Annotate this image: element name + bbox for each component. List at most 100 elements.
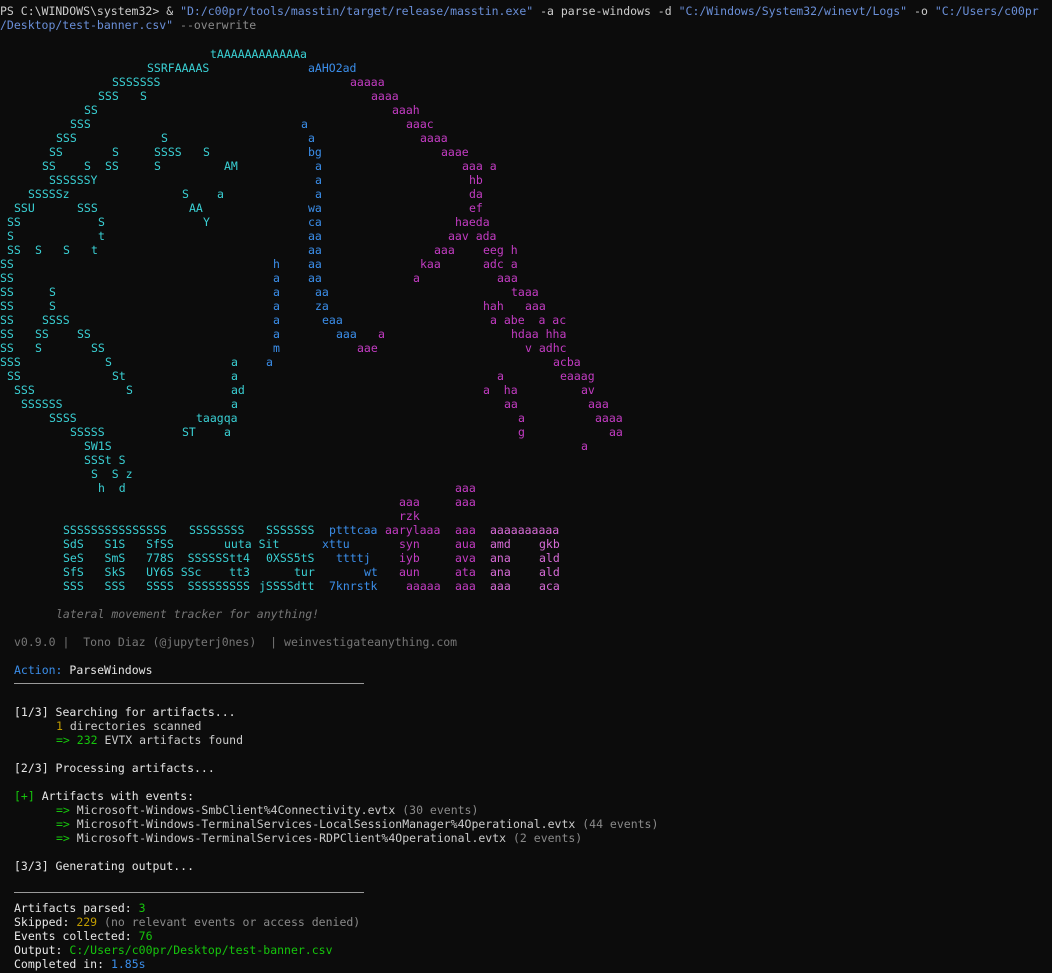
ascii-art-segment: aaa <box>434 243 455 257</box>
ascii-art-segment: v adhc <box>525 341 567 355</box>
ascii-art-segment: aaa <box>336 327 357 341</box>
ascii-art-segment: SSU <box>14 201 35 215</box>
ascii-art-segment: S <box>84 159 91 173</box>
ascii-art-segment: SS <box>49 145 63 159</box>
ascii-art-segment: aaa <box>455 579 476 593</box>
ascii-art-segment: SS <box>7 215 21 229</box>
ascii-art-segment: eaaag <box>560 369 595 383</box>
terminal-window[interactable]: PS C:\WINDOWS\system32> & "D:/c00pr/tool… <box>0 0 1052 973</box>
ascii-art-segment: SSRFAAAAS <box>147 61 210 75</box>
ascii-art-segment: ca <box>308 215 322 229</box>
ascii-art-segment: SSSS <box>154 145 182 159</box>
ascii-art-segment: S <box>98 215 105 229</box>
divider <box>14 683 364 684</box>
ascii-art-segment: aaa a <box>462 159 497 173</box>
ascii-art-segment: iyb <box>399 551 420 565</box>
action-line: Action: ParseWindows <box>14 663 153 677</box>
ascii-art-segment: AM <box>224 159 238 173</box>
ascii-art-segment: aa <box>504 397 518 411</box>
ascii-art-segment: m <box>273 341 280 355</box>
ascii-art-segment: ana <box>490 551 511 565</box>
ascii-art-segment: tAAAAAAAAAAAAa <box>210 47 307 61</box>
ascii-art-segment: aaa <box>525 299 546 313</box>
ascii-art-segment: h d <box>98 481 126 495</box>
ascii-art-segment: aa <box>609 425 623 439</box>
ascii-art-segment: a <box>518 411 525 425</box>
ascii-art-segment: a <box>224 425 231 439</box>
ascii-art-segment: ald <box>539 551 560 565</box>
tagline: lateral movement tracker for anything! <box>56 607 320 621</box>
ascii-art-segment: haeda <box>455 215 490 229</box>
ascii-art-segment: a <box>231 397 238 411</box>
ascii-art-segment: aaaa <box>371 89 399 103</box>
summary-skipped: Skipped: 229 (no relevant events or acce… <box>14 915 361 929</box>
ascii-art-segment: amd <box>490 537 511 551</box>
divider <box>14 892 364 893</box>
ascii-art-segment: aaaaa <box>350 75 385 89</box>
ascii-art-segment: xttu <box>322 537 350 551</box>
ascii-art-segment: a <box>273 299 280 313</box>
ascii-art-segment: SeS SmS 778S SSSSSStt4 <box>63 551 250 565</box>
ascii-art-segment: t <box>98 229 105 243</box>
ascii-art-segment: SS <box>0 327 14 341</box>
step3-title: [3/3] Generating output... <box>14 859 195 873</box>
ascii-art-segment: ttttj <box>336 551 371 565</box>
ascii-art-segment: S S z <box>91 467 133 481</box>
summary-events: Events collected: 76 <box>14 929 153 943</box>
ascii-art-segment: S <box>154 159 161 173</box>
ascii-art-segment: SW1S <box>84 439 112 453</box>
ascii-art-segment: SSSS <box>49 411 77 425</box>
ascii-art-segment: acba <box>553 355 581 369</box>
ascii-art-segment: SSSSSS <box>21 397 63 411</box>
ascii-art-segment: a <box>266 355 273 369</box>
ascii-art-segment: syn <box>399 537 420 551</box>
ascii-art-segment: SSSt S <box>84 453 126 467</box>
ascii-art-segment: S <box>49 285 56 299</box>
ascii-art-segment: hah <box>483 299 504 313</box>
ascii-art-segment: a <box>273 327 280 341</box>
ascii-art-segment: S <box>49 299 56 313</box>
artifacts-header: [+] Artifacts with events: <box>14 789 195 803</box>
ascii-art-segment: aaaaa <box>406 579 441 593</box>
ascii-art-segment: rzk <box>399 509 420 523</box>
ascii-art-segment: a <box>273 271 280 285</box>
ascii-art-segment: SS <box>35 327 49 341</box>
ascii-art-segment: a <box>315 173 322 187</box>
ascii-art-segment: SS <box>7 369 21 383</box>
ascii-art-segment: av <box>581 383 595 397</box>
ascii-art-segment: SS <box>7 243 21 257</box>
ascii-art-segment: SSS <box>98 89 119 103</box>
ascii-art-segment: aaaa <box>420 131 448 145</box>
ascii-art-segment: a <box>308 131 315 145</box>
ascii-art-segment: aa <box>315 285 329 299</box>
ascii-art-segment: S <box>105 355 112 369</box>
ascii-art-segment: a abe a ac <box>490 313 567 327</box>
ascii-art-segment: aaaa <box>595 411 623 425</box>
ascii-art-segment: S <box>112 145 119 159</box>
summary-completed: Completed in: 1.85s <box>14 957 146 971</box>
ascii-art-segment: S <box>203 145 210 159</box>
ascii-art-segment: S <box>7 229 14 243</box>
ascii-art-segment: ana <box>490 565 511 579</box>
ascii-art-segment: SS <box>84 103 98 117</box>
ascii-art-segment: SS <box>0 313 14 327</box>
ascii-art-segment: a ha <box>483 383 518 397</box>
ascii-art-segment: wa <box>308 201 322 215</box>
ascii-art-segment: SS <box>0 299 14 313</box>
ascii-art-segment: wt <box>364 565 378 579</box>
ascii-art-segment: aAHO2ad <box>308 61 357 75</box>
ascii-art-segment: SS <box>105 159 119 173</box>
ascii-art-segment: aav ada <box>448 229 497 243</box>
ascii-art-segment: aaa <box>455 495 476 509</box>
ascii-art-segment: SSS <box>0 355 21 369</box>
ascii-art-segment: ad <box>231 383 245 397</box>
ascii-art-segment: SSSS <box>42 313 70 327</box>
ascii-art-segment: h <box>273 257 280 271</box>
ascii-art-segment: aun <box>399 565 420 579</box>
artifact-item: => Microsoft-Windows-SmbClient%4Connecti… <box>56 803 479 817</box>
ascii-art-segment: aa <box>308 271 322 285</box>
ascii-art-segment: eaa <box>322 313 343 327</box>
ascii-art-segment: SS <box>0 285 14 299</box>
ascii-art-segment: AA <box>189 201 203 215</box>
ascii-art-segment: jSSSSdtt <box>259 579 315 593</box>
